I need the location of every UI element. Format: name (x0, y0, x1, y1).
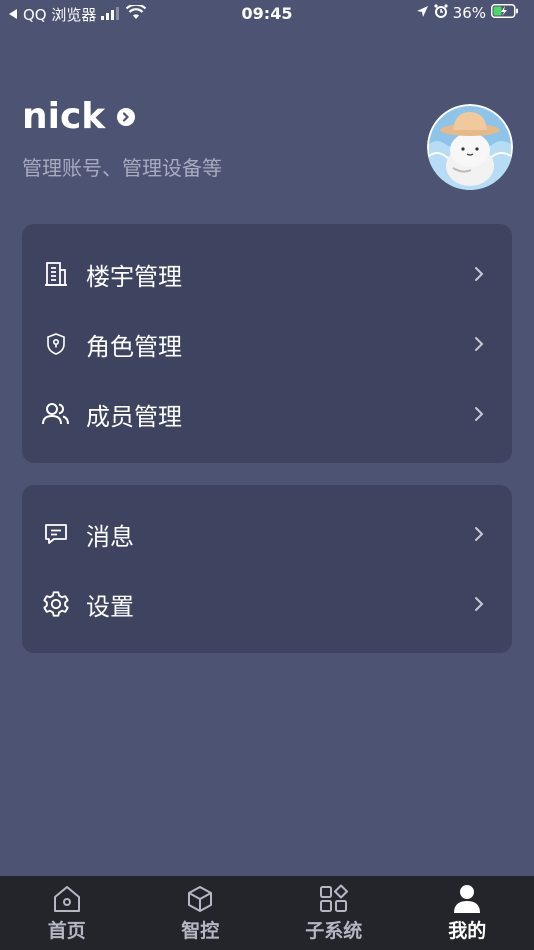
chevron-right-icon (472, 337, 486, 351)
menu-item-building[interactable]: 楼宇管理 (22, 244, 512, 304)
members-icon (42, 400, 70, 428)
status-bar: QQ 浏览器 09:45 36% (0, 0, 534, 28)
grid-icon (318, 884, 350, 914)
tab-subsystems[interactable]: 子系统 (267, 876, 401, 950)
menu-item-members[interactable]: 成员管理 (22, 384, 512, 444)
chevron-right-icon (472, 267, 486, 281)
tab-label-subsystems: 子系统 (305, 920, 363, 942)
menu-label-messages: 消息 (86, 522, 134, 551)
user-name[interactable]: nick (22, 96, 105, 137)
building-icon (42, 260, 70, 288)
profile-subtitle[interactable]: 管理账号、管理设备等 (22, 152, 222, 181)
tab-label-smart-control: 智控 (181, 920, 220, 942)
person-icon (451, 884, 483, 914)
tab-label-home: 首页 (47, 920, 86, 942)
general-card: 消息 设置 (22, 485, 512, 653)
tab-smart-control[interactable]: 智控 (134, 876, 268, 950)
location-icon (416, 4, 429, 22)
avatar[interactable] (427, 104, 513, 190)
menu-label-roles: 角色管理 (86, 332, 182, 361)
tab-mine[interactable]: 我的 (401, 876, 534, 950)
chevron-right-icon (472, 407, 486, 421)
menu-label-building: 楼宇管理 (86, 262, 182, 291)
menu-item-messages[interactable]: 消息 (22, 504, 512, 564)
profile-name-row[interactable]: nick (22, 96, 136, 137)
battery-icon (491, 4, 519, 22)
chevron-right-icon (472, 597, 486, 611)
menu-item-settings[interactable]: 设置 (22, 574, 512, 634)
menu-item-roles[interactable]: 角色管理 (22, 314, 512, 374)
chevron-right-icon (472, 527, 486, 541)
menu-label-members: 成员管理 (86, 402, 182, 431)
tab-label-mine: 我的 (448, 920, 487, 942)
status-bar-right: 36% (416, 4, 524, 22)
shield-icon (42, 330, 70, 358)
tab-home[interactable]: 首页 (0, 876, 134, 950)
bottom-tab-bar: 首页 智控 子系统 我的 (0, 876, 534, 950)
home-icon (51, 884, 83, 914)
battery-percent: 36% (452, 4, 486, 22)
alarm-icon (434, 4, 448, 22)
gear-icon (42, 590, 70, 618)
chevron-right-icon[interactable] (117, 107, 136, 126)
cube-icon (184, 884, 216, 914)
menu-label-settings: 设置 (86, 592, 134, 621)
management-card: 楼宇管理 角色管理 成员管理 (22, 224, 512, 463)
message-icon (42, 520, 70, 548)
